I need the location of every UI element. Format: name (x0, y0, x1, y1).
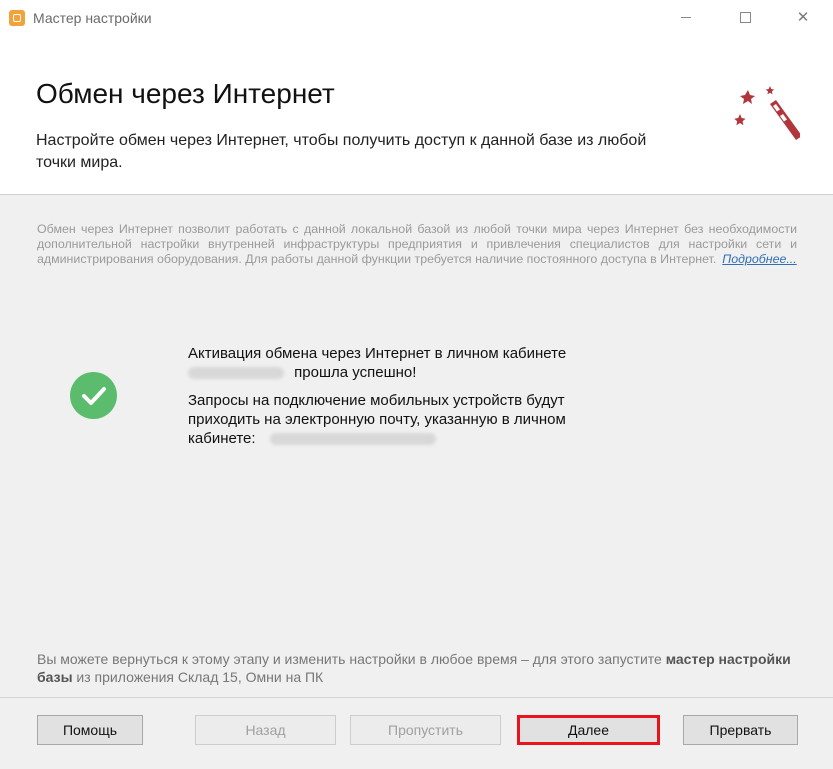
email-notice-message: Запросы на подключение мобильных устройс… (188, 391, 628, 448)
activation-status-message: Активация обмена через Интернет в личном… (188, 344, 628, 382)
account-name-redacted (188, 367, 284, 380)
more-link[interactable]: Подробнее... (722, 252, 796, 266)
page-title: Обмен через Интернет (36, 78, 335, 109)
checkmark-icon (81, 386, 106, 405)
title-bar: Мастер настройки ✕ (0, 0, 833, 36)
window-title: Мастер настройки (33, 10, 152, 26)
minimize-icon (681, 16, 691, 18)
footer-note-end: из приложения Склад 15, Омни на ПК (76, 669, 324, 685)
wizard-header: Обмен через Интернет Настройте обмен чер… (0, 36, 833, 195)
maximize-button[interactable] (722, 0, 768, 34)
activation-status-line1-end: прошла успешно! (294, 364, 417, 381)
info-description: Обмен через Интернет позволит работать с… (37, 222, 797, 267)
back-button[interactable]: Назад (195, 715, 336, 745)
email-redacted (269, 433, 436, 446)
next-button[interactable]: Далее (517, 715, 660, 745)
activation-status-line1: Активация обмена через Интернет в личном… (188, 345, 567, 362)
app-logo-icon (9, 10, 25, 26)
success-check-icon (70, 372, 117, 419)
minimize-button[interactable] (663, 0, 709, 34)
footer-note-start: Вы можете вернуться к этому этапу и изме… (37, 651, 662, 667)
page-subtitle: Настройте обмен через Интернет, чтобы по… (36, 132, 647, 171)
maximize-icon (739, 11, 751, 23)
footer-note: Вы можете вернуться к этому этапу и изме… (37, 650, 807, 686)
magic-wand-icon (734, 86, 800, 140)
help-button[interactable]: Помощь (37, 715, 143, 745)
footer-divider (0, 697, 833, 698)
close-button[interactable]: ✕ (780, 0, 826, 34)
abort-button[interactable]: Прервать (683, 715, 798, 745)
info-text: Обмен через Интернет позволит работать с… (37, 222, 797, 266)
close-icon: ✕ (796, 9, 810, 26)
skip-button[interactable]: Пропустить (350, 715, 501, 745)
